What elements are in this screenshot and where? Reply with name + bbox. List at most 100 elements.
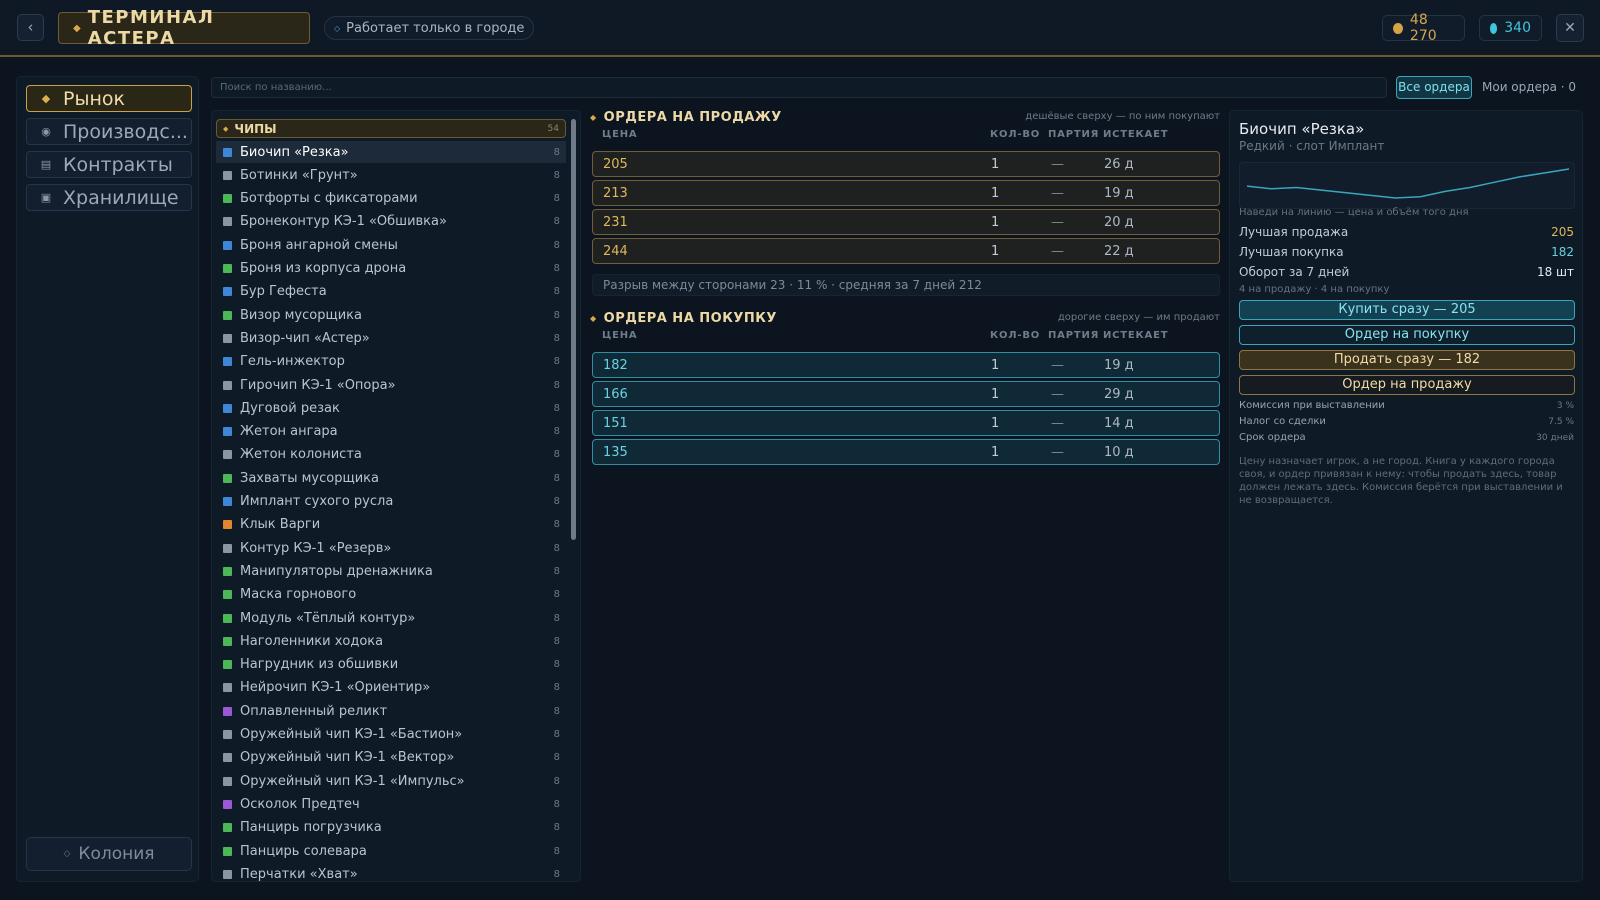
list-item[interactable]: Оружейный чип КЭ-1 «Импульс» 8 [216, 770, 566, 792]
fee-value: 3 % [1556, 401, 1574, 411]
my-orders-button[interactable]: Мои ордера · 0 [1482, 76, 1576, 99]
item-name: Панцирь солевара [240, 843, 367, 859]
sell-order-button[interactable]: Ордер на продажу [1239, 375, 1575, 395]
list-item[interactable]: Биочип «Резка» 8 [216, 141, 566, 163]
list-item[interactable]: Жетон колониста 8 [216, 444, 566, 466]
rarity-icon [223, 497, 232, 506]
list-item[interactable]: Гирочип КЭ-1 «Опора» 8 [216, 374, 566, 396]
rarity-icon [223, 823, 232, 833]
list-item[interactable]: Перчатки «Хват» 8 [216, 863, 566, 881]
sell-order-row[interactable]: 244 1 — 22 д [592, 238, 1220, 264]
buy-order-button[interactable]: Ордер на покупку [1239, 325, 1575, 345]
category-name: ЧИПЫ [234, 121, 277, 136]
list-item[interactable]: Модуль «Тёплый контур» 8 [216, 607, 566, 629]
terminal-title: ◆ ТЕРМИНАЛ АСТЕРА [58, 7, 310, 49]
price-history-svg[interactable] [1240, 163, 1576, 210]
order-qty: 1 [991, 156, 1000, 172]
colony-label: Колония [78, 844, 155, 864]
sidebar-item-market[interactable]: ◆ Рынок [26, 85, 192, 112]
category-header[interactable]: ◆ ЧИПЫ 54 [216, 119, 566, 138]
list-item[interactable]: Захваты мусорщика 8 [216, 467, 566, 489]
item-name: Дуговой резак [240, 400, 340, 416]
list-item[interactable]: Визор-чип «Астер» 8 [216, 327, 566, 349]
list-item[interactable]: Оплавленный реликт 8 [216, 700, 566, 722]
list-item[interactable]: Контур КЭ-1 «Резерв» 8 [216, 537, 566, 559]
col-expires: ИСТЕКАЕТ [1103, 330, 1169, 341]
item-qty: 8 [553, 146, 560, 158]
sidebar: ◆ Рынок ◉ Производс... ▤ Контракты ▣ Хра… [16, 76, 199, 882]
items-list: ◆ ЧИПЫ 54 Биочип «Резка» 8 Ботинки «Грунт»… [211, 110, 581, 882]
rarity-icon [223, 566, 232, 576]
rarity-icon [223, 427, 232, 437]
list-item[interactable]: Бур Гефеста 8 [216, 281, 566, 303]
all-orders-button[interactable]: Все ордера [1396, 76, 1472, 99]
search-input[interactable] [211, 77, 1387, 98]
list-item[interactable]: Манипуляторы дренажника 8 [216, 560, 566, 582]
item-name: Имплант сухого русла [240, 494, 394, 509]
buy-order-row[interactable]: 135 1 — 10 д [592, 439, 1220, 465]
scrollbar[interactable] [571, 119, 576, 540]
list-item[interactable]: Броня ангарной смены 8 [216, 234, 566, 256]
item-name: Визор-чип «Астер» [240, 330, 370, 346]
list-item[interactable]: Панцирь солевара 8 [216, 840, 566, 862]
item-subtitle: Редкий · слот Имплант [1239, 139, 1385, 153]
buy-orders-title: ◆ ОРДЕРА НА ПОКУПКУ [590, 309, 777, 327]
list-item[interactable]: Бронеконтур КЭ-1 «Обшивка» 8 [216, 211, 566, 233]
close-button[interactable]: ✕ [1556, 14, 1584, 42]
gem-amount: 340 [1504, 20, 1531, 36]
list-item[interactable]: Ботфорты с фиксаторами 8 [216, 188, 566, 210]
list-item[interactable]: Нагрудник из обшивки 8 [216, 654, 566, 676]
list-item[interactable]: Имплант сухого русла 8 [216, 491, 566, 513]
list-item[interactable]: Жетон ангара 8 [216, 421, 566, 443]
order-qty: 1 [991, 415, 1000, 431]
fee-value: 7.5 % [1548, 417, 1574, 427]
item-name: Ботинки «Грунт» [240, 167, 358, 183]
list-item[interactable]: Оружейный чип КЭ-1 «Бастион» 8 [216, 724, 566, 746]
orders-panel: ◆ ОРДЕРА НА ПРОДАЖУ дешёвые сверху — по … [584, 106, 1220, 882]
list-item[interactable]: Наголенники ходока 8 [216, 630, 566, 652]
buy-order-row[interactable]: 166 1 — 29 д [592, 381, 1220, 407]
list-item[interactable]: Визор мусорщика 8 [216, 304, 566, 326]
col-qty: КОЛ-ВО [990, 129, 1041, 140]
order-batch: — [1051, 444, 1064, 460]
list-item[interactable]: Дуговой резак 8 [216, 397, 566, 419]
sidebar-item-storage[interactable]: ▣ Хранилище [26, 184, 192, 211]
order-batch: — [1051, 386, 1064, 402]
list-item[interactable]: Осколок Предтеч 8 [216, 793, 566, 815]
sidebar-item-label: Контракты [63, 153, 173, 176]
list-item[interactable]: Нейрочип КЭ-1 «Ориентир» 8 [216, 677, 566, 699]
sidebar-item-contracts[interactable]: ▤ Контракты [26, 151, 192, 178]
back-button[interactable]: ‹ [17, 14, 44, 41]
list-item[interactable]: Броня из корпуса дрона 8 [216, 258, 566, 280]
list-item[interactable]: Панцирь погрузчика 8 [216, 817, 566, 839]
sell-order-row[interactable]: 213 1 — 19 д [592, 180, 1220, 206]
sidebar-item-production[interactable]: ◉ Производс... [26, 118, 192, 145]
list-item[interactable]: Ботинки «Грунт» 8 [216, 164, 566, 186]
item-qty: 8 [553, 286, 560, 298]
rarity-icon [223, 147, 232, 157]
buy-now-button[interactable]: Купить сразу — 205 [1239, 300, 1575, 320]
order-batch: — [1051, 156, 1064, 172]
order-expires: 22 д [1104, 243, 1134, 259]
item-name: Гель-инжектор [240, 354, 345, 370]
sell-order-row[interactable]: 231 1 — 20 д [592, 209, 1220, 235]
item-qty: 8 [553, 868, 560, 880]
buy-order-row[interactable]: 182 1 — 19 д [592, 352, 1220, 378]
rarity-icon [223, 403, 232, 413]
list-item[interactable]: Маска горнового 8 [216, 584, 566, 606]
orders-count: 4 на продажу · 4 на покупку [1239, 284, 1390, 295]
sell-order-row[interactable]: 205 1 — 26 д [592, 151, 1220, 177]
price-line[interactable] [1246, 168, 1570, 199]
fee-label: Срок ордера [1239, 432, 1306, 443]
sell-now-button[interactable]: Продать сразу — 182 [1239, 350, 1575, 370]
list-item[interactable]: Клык Варги 8 [216, 514, 566, 536]
cog-icon: ◉ [41, 125, 51, 138]
list-item[interactable]: Гель-инжектор 8 [216, 351, 566, 373]
list-item[interactable]: Оружейный чип КЭ-1 «Вектор» 8 [216, 747, 566, 769]
order-qty: 1 [991, 185, 1000, 201]
price-history-chart[interactable] [1239, 162, 1575, 209]
rarity-icon [223, 170, 232, 180]
colony-button[interactable]: ◇ Колония [26, 837, 192, 871]
item-name: Гирочип КЭ-1 «Опора» [240, 377, 396, 393]
buy-order-row[interactable]: 151 1 — 14 д [592, 410, 1220, 436]
